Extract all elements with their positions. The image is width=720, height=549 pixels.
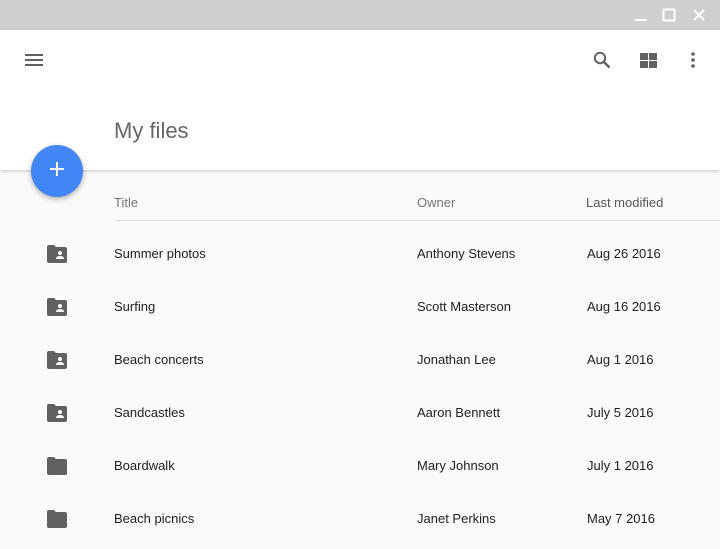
shared-folder-icon [46, 244, 68, 264]
file-modified: May 7 2016 [587, 511, 655, 526]
file-modified: Aug 16 2016 [587, 299, 661, 314]
close-icon[interactable] [687, 3, 711, 27]
file-title: Summer photos [114, 246, 206, 261]
minimize-icon[interactable] [629, 3, 653, 27]
table-header: Title Owner Last modified [0, 171, 720, 221]
table-row[interactable]: Sandcastles Aaron Bennett July 5 2016 [0, 386, 720, 439]
page-title: My files [114, 118, 189, 144]
grid-view-icon[interactable] [630, 42, 666, 78]
file-owner: Scott Masterson [417, 299, 511, 314]
search-icon[interactable] [584, 42, 620, 78]
more-vert-icon[interactable] [675, 42, 711, 78]
file-owner: Aaron Bennett [417, 405, 500, 420]
table-row[interactable]: Summer photos Anthony Stevens Aug 26 201… [0, 227, 720, 280]
add-icon [49, 161, 65, 182]
shared-folder-icon [46, 350, 68, 370]
file-owner: Janet Perkins [417, 511, 496, 526]
column-header-last-modified[interactable]: Last modified [586, 195, 663, 210]
shared-folder-icon [46, 403, 68, 423]
file-title: Sandcastles [114, 405, 185, 420]
file-title: Beach concerts [114, 352, 204, 367]
file-modified: July 1 2016 [587, 458, 654, 473]
shared-folder-icon [46, 297, 68, 317]
maximize-icon[interactable] [657, 3, 681, 27]
file-list: Summer photos Anthony Stevens Aug 26 201… [0, 227, 720, 545]
table-row[interactable]: Beach picnics Janet Perkins May 7 2016 [0, 492, 720, 545]
file-modified: Aug 26 2016 [587, 246, 661, 261]
folder-icon [46, 456, 68, 476]
folder-icon [46, 509, 68, 529]
table-row[interactable]: Beach concerts Jonathan Lee Aug 1 2016 [0, 333, 720, 386]
file-owner: Mary Johnson [417, 458, 499, 473]
file-owner: Anthony Stevens [417, 246, 515, 261]
file-title: Surfing [114, 299, 155, 314]
add-button[interactable] [31, 145, 83, 197]
file-modified: July 5 2016 [587, 405, 654, 420]
table-row[interactable]: Surfing Scott Masterson Aug 16 2016 [0, 280, 720, 333]
file-owner: Jonathan Lee [417, 352, 496, 367]
column-header-owner[interactable]: Owner [417, 195, 455, 210]
table-row[interactable]: Boardwalk Mary Johnson July 1 2016 [0, 439, 720, 492]
app-bar: My files [0, 30, 720, 170]
column-header-title[interactable]: Title [114, 195, 138, 210]
file-modified: Aug 1 2016 [587, 352, 654, 367]
menu-icon[interactable] [16, 42, 52, 78]
window-titlebar [0, 0, 720, 30]
file-title: Boardwalk [114, 458, 175, 473]
header-divider [114, 220, 720, 221]
file-title: Beach picnics [114, 511, 194, 526]
